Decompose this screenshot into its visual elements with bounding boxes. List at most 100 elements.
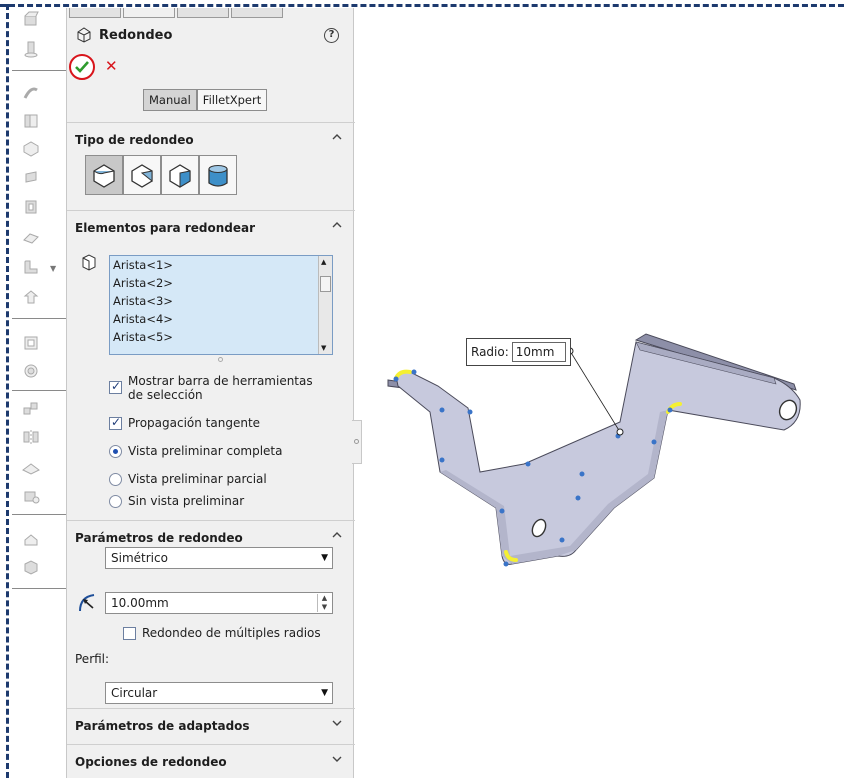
variable-size-fillet-button[interactable] [123, 155, 161, 195]
tangent-propagation-label: Propagación tangente [128, 416, 261, 430]
radius-spinner[interactable]: ▲ ▼ [317, 594, 331, 612]
chevron-down-icon: ▼ [321, 553, 328, 563]
list-item[interactable]: Arista<2> [110, 274, 332, 292]
mirror-icon[interactable] [22, 428, 40, 446]
section-title[interactable]: Tipo de redondeo [75, 133, 194, 147]
radius-value: 10.00mm [111, 596, 169, 610]
tab-configuration-manager[interactable] [177, 8, 229, 18]
radius-callout[interactable]: Radio: 10mm [466, 338, 571, 366]
tangent-propagation-checkbox[interactable] [109, 415, 122, 430]
fillet-type-section: Tipo de redondeo [67, 122, 355, 202]
chevron-down-icon[interactable] [331, 717, 343, 729]
linear-pattern-icon[interactable] [22, 400, 40, 418]
list-item[interactable]: Arista<3> [110, 292, 332, 310]
callout-edge-point [616, 428, 624, 436]
face-fillet-icon [169, 164, 191, 188]
chevron-up-icon[interactable] [331, 529, 343, 541]
chevron-down-icon: ▼ [321, 688, 328, 698]
radius-input[interactable]: 10.00mm ▲ ▼ [105, 592, 333, 614]
profile-label: Perfil: [75, 652, 110, 666]
fillet-options-section: Opciones de redondeo [67, 744, 355, 778]
ok-button[interactable] [69, 54, 95, 80]
constant-size-fillet-button[interactable] [85, 155, 123, 195]
curves-icon[interactable] [22, 486, 40, 504]
list-item[interactable]: Arista<4> [110, 310, 332, 328]
profile-select[interactable]: Circular ▼ [105, 682, 333, 704]
strip-divider [12, 514, 66, 515]
full-round-fillet-icon [208, 165, 228, 187]
show-selection-toolbar-label: Mostrar barra de herramientas [128, 374, 313, 388]
full-round-fillet-button[interactable] [199, 155, 237, 195]
shell-icon[interactable] [22, 334, 40, 352]
mode-toggle: Manual FilletXpert [143, 89, 268, 111]
property-manager-panel: Redondeo ? ✕ Manual FilletXpert Tipo de … [66, 8, 355, 778]
section-title[interactable]: Opciones de redondeo [75, 755, 227, 769]
no-preview-radio[interactable] [109, 495, 122, 508]
list-scrollbar[interactable]: ▲ ▼ [318, 256, 332, 354]
revolve-boss-icon[interactable] [22, 40, 40, 58]
cut-extrude-icon[interactable] [22, 168, 40, 186]
face-fillet-button[interactable] [161, 155, 199, 195]
callout-value-input[interactable]: 10mm [511, 342, 566, 362]
partial-preview-radio[interactable] [109, 473, 122, 486]
fillet-dropdown-icon[interactable]: ▼ [50, 264, 56, 273]
no-preview-label: Sin vista preliminar [128, 494, 245, 508]
wrap-icon[interactable] [22, 362, 40, 380]
scroll-up-icon[interactable]: ▲ [321, 258, 326, 266]
strip-divider [12, 588, 66, 589]
multi-radius-label: Redondeo de múltiples radios [142, 626, 321, 640]
swept-boss-icon[interactable] [22, 84, 40, 102]
list-item[interactable]: Arista<1> [110, 256, 332, 274]
variable-size-fillet-icon [131, 164, 153, 188]
section-title[interactable]: Parámetros de redondeo [75, 531, 243, 545]
feature-toolbar-strip: ▼ [12, 8, 66, 778]
scroll-down-icon[interactable]: ▼ [321, 344, 326, 352]
part-model[interactable] [356, 8, 844, 778]
strip-divider [12, 318, 66, 319]
list-item[interactable]: Arista<5> [110, 328, 332, 346]
rib-icon[interactable] [22, 288, 40, 306]
checkmark-icon [75, 61, 89, 73]
instant3d-icon[interactable] [22, 530, 40, 548]
manual-mode-button[interactable]: Manual [143, 89, 197, 111]
radius-icon [79, 594, 95, 612]
show-selection-toolbar-checkbox[interactable] [109, 379, 122, 394]
cancel-button[interactable]: ✕ [105, 58, 118, 74]
setback-parameters-section: Parámetros de adaptados [67, 708, 355, 742]
edges-list[interactable]: Arista<1> Arista<2> Arista<3> Arista<4> … [109, 255, 333, 355]
feature-title: Redondeo [99, 27, 173, 43]
filletxpert-mode-button[interactable]: FilletXpert [196, 89, 268, 111]
scroll-thumb[interactable] [320, 276, 331, 292]
section-title[interactable]: Parámetros de adaptados [75, 719, 250, 733]
tab-dimxpert-manager[interactable] [231, 8, 283, 18]
tab-feature-manager[interactable] [69, 8, 121, 18]
tab-property-manager[interactable] [123, 8, 175, 18]
cut-sweep-icon[interactable] [22, 228, 40, 246]
constant-size-fillet-icon [93, 164, 115, 188]
cut-revolve-icon[interactable] [22, 198, 40, 216]
full-preview-radio[interactable] [109, 445, 122, 458]
reference-geometry-icon[interactable] [22, 458, 40, 476]
multi-radius-checkbox[interactable] [123, 627, 136, 640]
fillet-parameters-section: Parámetros de redondeo Simétrico ▼ 10.00… [67, 520, 355, 704]
section-title[interactable]: Elementos para redondear [75, 221, 255, 235]
frame-dashed-left [6, 4, 9, 778]
strip-divider [12, 390, 66, 391]
panel-tabs [67, 8, 355, 20]
chevron-down-icon[interactable] [331, 753, 343, 765]
fillet-icon[interactable] [22, 258, 40, 276]
help-icon[interactable]: ? [324, 28, 339, 43]
callout-label: Radio: [471, 345, 509, 359]
fillet-method-value: Simétrico [111, 551, 168, 565]
extrude-boss-icon[interactable] [22, 10, 40, 28]
graphics-area[interactable] [356, 8, 844, 778]
chevron-up-icon[interactable] [331, 131, 343, 143]
resize-handle[interactable] [218, 357, 223, 362]
partial-preview-label: Vista preliminar parcial [128, 472, 267, 486]
fastening-feature-icon[interactable] [22, 558, 40, 576]
chevron-up-icon[interactable] [331, 219, 343, 231]
lofted-boss-icon[interactable] [22, 112, 40, 130]
boundary-boss-icon[interactable] [22, 140, 40, 158]
fillet-method-select[interactable]: Simétrico ▼ [105, 547, 333, 569]
strip-divider [12, 70, 66, 71]
